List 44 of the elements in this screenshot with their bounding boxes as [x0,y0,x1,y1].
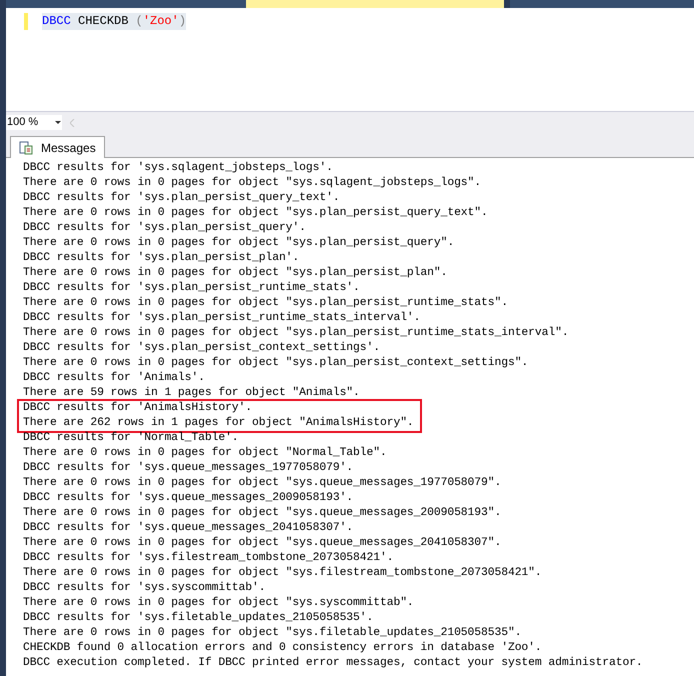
scroll-left-icon[interactable] [70,118,75,126]
message-line: There are 0 rows in 0 pages for object "sys.queue_messages_2009058193". [23,506,502,521]
message-line: There are 0 rows in 0 pages for object "sys.plan_persist_context_settings". [23,356,530,371]
message-line: DBCC execution completed. If DBCC printed error messages, contact your system administrator. [23,656,644,671]
message-line: There are 0 rows in 0 pages for object "sys.sqlagent_jobsteps_logs". [23,176,482,191]
message-line: There are 0 rows in 0 pages for object "sys.plan_persist_runtime_stats". [23,296,509,311]
query-editor[interactable]: DBCC CHECKDB ('Zoo') [6,8,694,112]
message-line: DBCC results for 'sys.plan_persist_plan'. [23,251,300,266]
results-tab[interactable]: Messages [10,136,105,158]
change-marker [24,13,28,30]
message-line: There are 59 rows in 1 pages for object "Animals". [23,386,361,401]
message-line: There are 0 rows in 0 pages for object "sys.filestream_tombstone_2073058421". [23,566,543,581]
message-line: There are 0 rows in 0 pages for object "Normal_Table". [23,446,388,461]
zoom-dropdown[interactable]: 100 % [6,115,62,130]
message-line: DBCC results for 'sys.plan_persist_context_settings'. [23,341,381,356]
message-line: DBCC results for 'sys.plan_persist_runtime_stats'. [23,281,361,296]
message-line: DBCC results for 'sys.queue_messages_1977058079'. [23,461,354,476]
messages-icon [19,140,33,154]
message-line: There are 0 rows in 0 pages for object "sys.plan_persist_plan". [23,266,448,281]
document-tab[interactable] [6,0,246,8]
message-line: DBCC results for 'sys.plan_persist_runtime_stats_interval'. [23,311,422,326]
message-line: DBCC results for 'sys.sqlagent_jobsteps_logs'. [23,161,334,176]
message-line: DBCC results for 'sys.queue_messages_2041058307'. [23,521,354,536]
message-line: DBCC results for 'sys.filetable_updates_2105058535'. [23,611,374,626]
message-line: There are 0 rows in 0 pages for object "sys.syscommittab". [23,596,415,611]
message-line: There are 0 rows in 0 pages for object "sys.plan_persist_runtime_stats_interval". [23,326,570,341]
message-line: There are 0 rows in 0 pages for object "sys.queue_messages_2041058307". [23,536,502,551]
message-line: DBCC results for 'AnimalsHistory'. [23,401,254,416]
message-line: DBCC results for 'sys.filestream_tombstone_2073058421'. [23,551,394,566]
message-line: There are 0 rows in 0 pages for object "sys.filetable_updates_2105058535". [23,626,522,641]
message-line: DBCC results for 'Animals'. [23,371,206,386]
message-line: DBCC results for 'sys.plan_persist_query_text'. [23,191,341,206]
message-line: DBCC results for 'Normal_Table'. [23,431,240,446]
message-line: CHECKDB found 0 allocation errors and 0 consistency errors in database 'Zoo'. [23,641,543,656]
message-line: DBCC results for 'sys.plan_persist_query'. [23,221,307,236]
message-line: There are 0 rows in 0 pages for object "sys.queue_messages_1977058079". [23,476,502,491]
document-tab[interactable] [510,0,694,8]
message-line: DBCC results for 'sys.queue_messages_2009058193'. [23,491,354,506]
dropdown-arrow-icon [55,121,61,124]
message-line: There are 0 rows in 0 pages for object "sys.plan_persist_query". [23,236,456,251]
document-tab[interactable] [246,0,504,8]
message-line: There are 0 rows in 0 pages for object "sys.plan_persist_query_text". [23,206,489,221]
message-line: There are 262 rows in 1 pages for object "AnimalsHistory". [23,416,414,431]
message-line: DBCC results for 'sys.syscommittab'. [23,581,266,596]
